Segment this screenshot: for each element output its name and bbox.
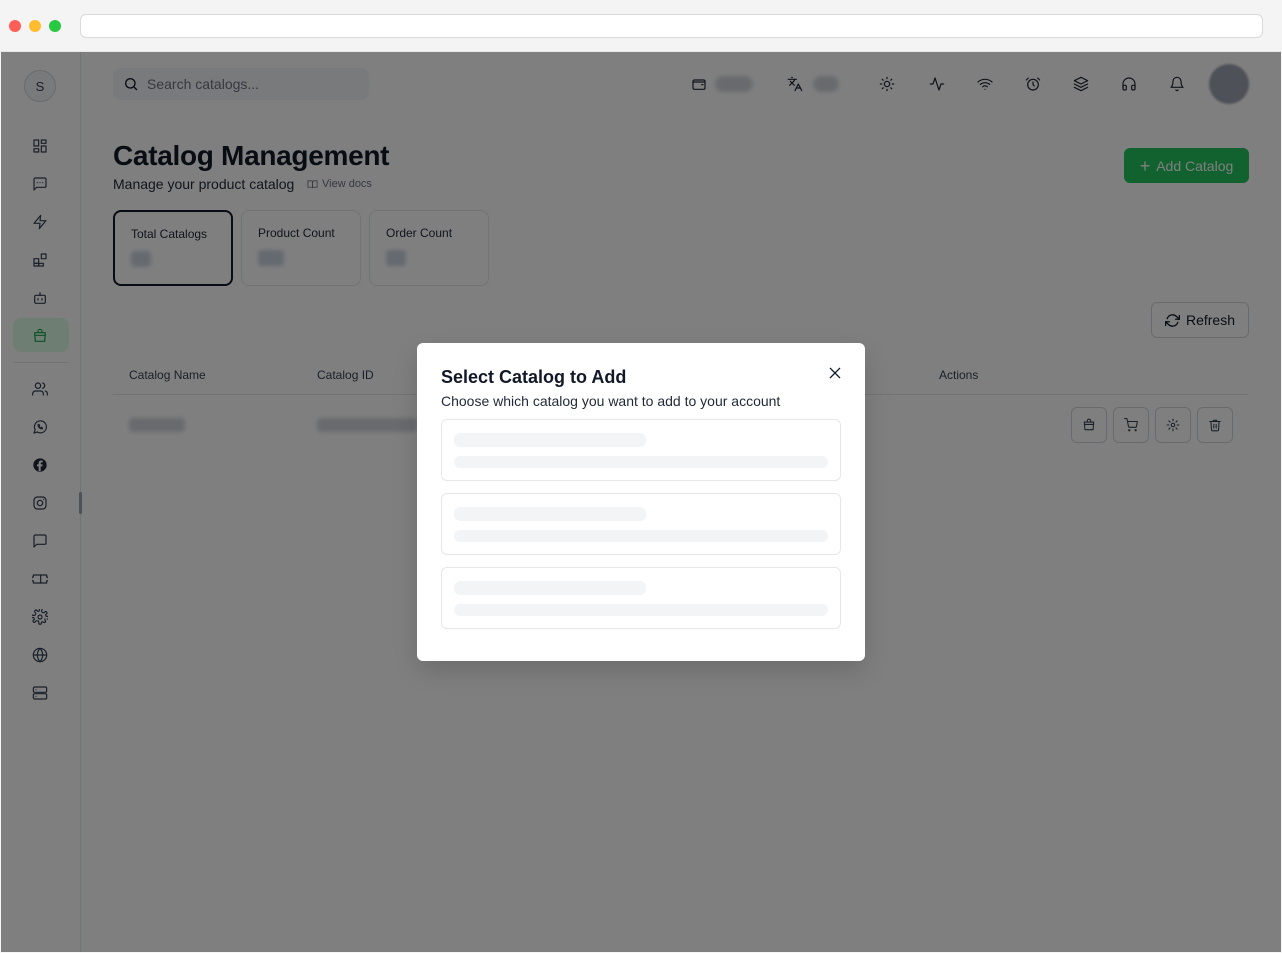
skeleton-line bbox=[454, 433, 646, 447]
address-bar[interactable] bbox=[80, 14, 1263, 38]
select-catalog-dialog: Select Catalog to Add Choose which catal… bbox=[417, 343, 865, 661]
close-dialog-button[interactable] bbox=[825, 363, 845, 383]
catalog-option-skeleton bbox=[441, 567, 841, 629]
dialog-title: Select Catalog to Add bbox=[441, 367, 627, 387]
catalog-option-skeleton bbox=[441, 419, 841, 481]
dialog-description: Choose which catalog you want to add to … bbox=[441, 393, 781, 409]
skeleton-line bbox=[454, 530, 828, 542]
skeleton-line bbox=[454, 456, 828, 468]
maximize-window-button[interactable] bbox=[49, 20, 61, 32]
minimize-window-button[interactable] bbox=[29, 20, 41, 32]
browser-chrome bbox=[0, 0, 1282, 52]
close-window-button[interactable] bbox=[9, 20, 21, 32]
close-icon bbox=[829, 367, 841, 379]
skeleton-line bbox=[454, 507, 646, 521]
catalog-option-skeleton bbox=[441, 493, 841, 555]
skeleton-line bbox=[454, 581, 646, 595]
skeleton-line bbox=[454, 604, 828, 616]
